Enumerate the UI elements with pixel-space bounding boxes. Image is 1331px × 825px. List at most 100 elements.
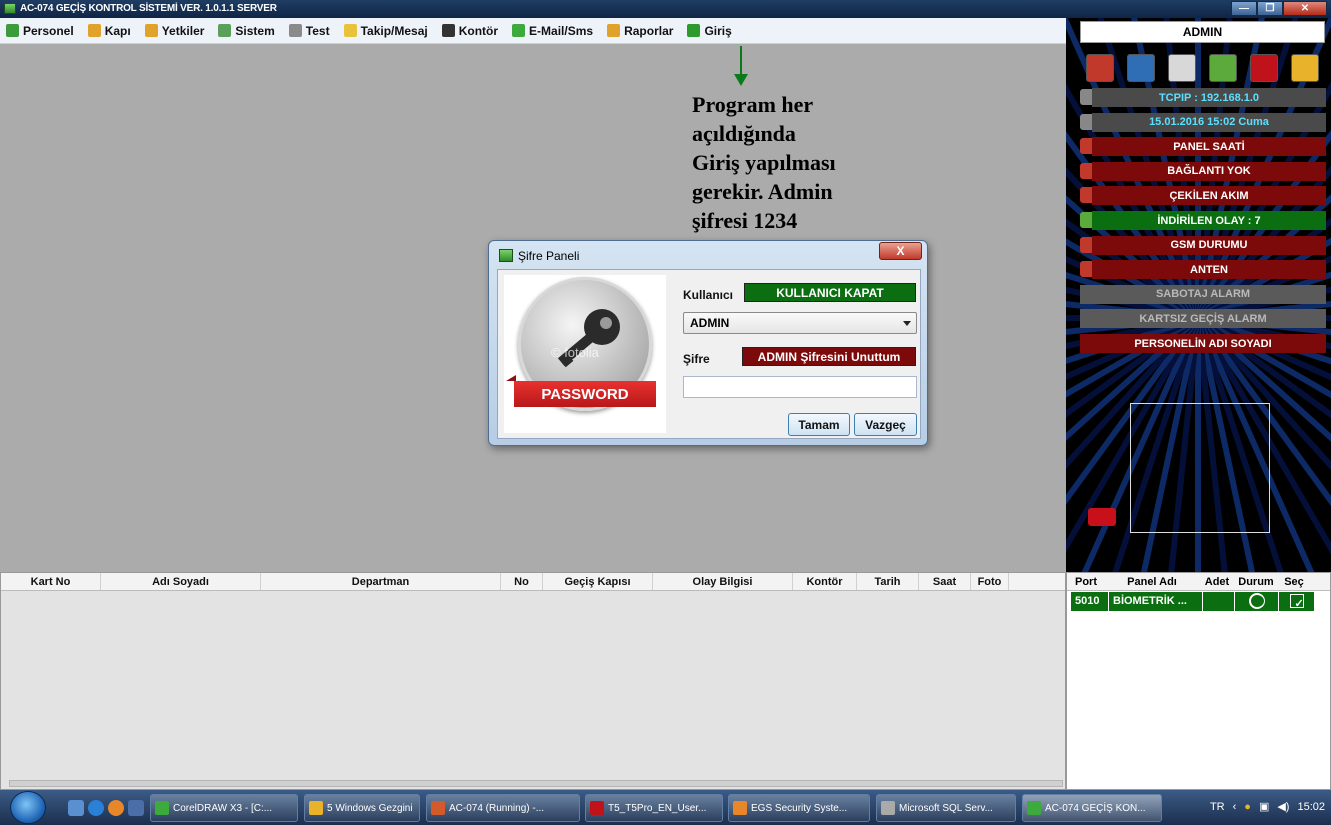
menu-item-raporlar[interactable]: Raporlar xyxy=(607,24,673,38)
column-header[interactable]: Adı Soyadı xyxy=(101,573,261,590)
menu-item-kap-[interactable]: Kapı xyxy=(87,23,131,38)
port-column-header[interactable]: Port xyxy=(1067,573,1105,590)
fire-icon[interactable] xyxy=(1086,54,1114,82)
user-close-badge[interactable]: KULLANICI KAPAT xyxy=(744,283,916,302)
count-cell xyxy=(1203,592,1235,611)
port-column-header[interactable]: Panel Adı xyxy=(1105,573,1199,590)
gear-icon xyxy=(218,24,232,37)
language-indicator[interactable]: TR xyxy=(1210,801,1225,813)
menu-item-giri-[interactable]: Giriş xyxy=(687,24,732,38)
taskbar-app-icon xyxy=(155,801,169,815)
port-row[interactable]: 5010 BİOMETRİK ... ✓ xyxy=(1071,592,1330,611)
column-header[interactable]: Tarih xyxy=(857,573,919,590)
event-grid[interactable]: Kart No Adı Soyadı Departman No Geçiş Kapısı… xyxy=(0,572,1066,790)
ie-icon[interactable] xyxy=(88,800,104,816)
status-bar: GSM DURUMU xyxy=(1092,235,1326,255)
volume-icon[interactable]: ◀) xyxy=(1277,800,1289,813)
image-watermark: © fotolia xyxy=(551,345,599,360)
user-select[interactable]: ADMIN xyxy=(683,312,917,334)
forgot-password-badge[interactable]: ADMIN Şifresini Unuttum xyxy=(742,347,916,366)
chrome-icon[interactable] xyxy=(108,800,124,816)
status-row: KARTSIZ GEÇİŞ ALARM xyxy=(1080,309,1326,329)
status-ok-icon xyxy=(1248,593,1265,609)
taskbar-item[interactable]: AC-074 GEÇİŞ KON... xyxy=(1022,794,1162,822)
maximize-button[interactable]: ❐ xyxy=(1257,1,1283,16)
taskbar-item[interactable]: 5 Windows Gezgini xyxy=(304,794,420,822)
ok-button[interactable]: Tamam xyxy=(788,413,850,436)
column-header[interactable]: Foto xyxy=(971,573,1009,590)
password-input[interactable] xyxy=(683,376,917,398)
taskbar-item[interactable]: CorelDRAW X3 - [C:... xyxy=(150,794,298,822)
horizontal-scrollbar[interactable] xyxy=(9,780,1063,787)
select-cell[interactable]: ✓ xyxy=(1279,592,1315,611)
door-icon[interactable] xyxy=(1127,54,1155,82)
minimize-button[interactable]: — xyxy=(1231,1,1257,16)
close-button[interactable]: ✕ xyxy=(1283,1,1327,16)
dialog-app-icon xyxy=(499,249,513,262)
taskbar-item[interactable]: AC-074 (Running) -... xyxy=(426,794,580,822)
annotation-arrow-head xyxy=(734,74,748,86)
camera-icon[interactable] xyxy=(1088,508,1116,526)
status-cell xyxy=(1235,592,1279,611)
user-select-value: ADMIN xyxy=(690,316,730,330)
admin-header: ADMIN xyxy=(1080,21,1325,43)
port-column-header[interactable]: Seç xyxy=(1277,573,1311,590)
column-header[interactable]: Olay Bilgisi xyxy=(653,573,793,590)
window-title: AC-074 GEÇİŞ KONTROL SİSTEMİ VER. 1.0.1.… xyxy=(20,3,277,14)
port-column-header[interactable]: Adet xyxy=(1199,573,1235,590)
menu-item-test[interactable]: Test xyxy=(288,23,330,38)
taskbar-item[interactable]: EGS Security Syste... xyxy=(728,794,870,822)
menu-label: Raporlar xyxy=(624,23,674,38)
port-column-header[interactable]: Durum xyxy=(1235,573,1277,590)
taskbar-item[interactable]: Microsoft SQL Serv... xyxy=(876,794,1016,822)
column-header[interactable]: Saat xyxy=(919,573,971,590)
key-icon xyxy=(557,309,620,368)
system-tray: TR ‹ ● ▣ ◀) 15:02 xyxy=(1202,800,1325,814)
column-header[interactable]: Kontör xyxy=(793,573,857,590)
port-cell: 5010 xyxy=(1071,592,1109,611)
status-row: ÇEKİLEN AKIM xyxy=(1080,186,1326,206)
menu-item-takip-mesaj[interactable]: Takip/Mesaj xyxy=(343,24,428,38)
select-checkbox[interactable]: ✓ xyxy=(1289,594,1304,610)
tray-app-icon[interactable]: ● xyxy=(1244,801,1251,813)
menu-label: Yetkiler xyxy=(161,23,205,38)
column-header[interactable]: No xyxy=(501,573,543,590)
show-desktop-icon[interactable] xyxy=(68,800,84,816)
start-button[interactable] xyxy=(10,791,46,824)
column-header[interactable]: Kart No xyxy=(1,573,101,590)
menu-label: Kapı xyxy=(104,23,131,38)
password-illustration: © fotolia PASSWORD xyxy=(504,275,666,433)
media-icon[interactable] xyxy=(128,800,144,816)
status-bar: PERSONELİN ADI SOYADI xyxy=(1080,334,1326,353)
arrow-down-icon[interactable] xyxy=(1250,54,1278,82)
cancel-button[interactable]: Vazgeç xyxy=(854,413,917,436)
panel-name-cell: BİOMETRİK ... xyxy=(1109,592,1203,611)
taskbar: CorelDRAW X3 - [C:... 5 Windows Gezgini AC… xyxy=(0,790,1331,825)
menu-item-sistem[interactable]: Sistem xyxy=(218,24,275,38)
user-label: Kullanıcı xyxy=(683,288,734,302)
status-row: TCPIP : 192.168.1.0 xyxy=(1080,88,1326,107)
port-grid[interactable]: Port Panel Adı Adet Durum Seç 5010 BİOMETRİK… xyxy=(1066,572,1331,790)
taskbar-item-label: Microsoft SQL Serv... xyxy=(899,802,993,814)
taskbar-app-icon xyxy=(1027,801,1041,815)
clock[interactable]: 15:02 xyxy=(1297,801,1325,813)
menu-item-kont-r[interactable]: Kontör xyxy=(441,24,498,38)
taskbar-item-label: CorelDRAW X3 - [C:... xyxy=(173,802,273,814)
download-icon[interactable] xyxy=(1209,54,1237,82)
menu-item-personel[interactable]: Personel xyxy=(6,24,74,38)
taskbar-item[interactable]: T5_T5Pro_EN_User... xyxy=(585,794,723,822)
exit-icon[interactable] xyxy=(1291,54,1319,82)
tray-expand-icon[interactable]: ‹ xyxy=(1233,801,1237,813)
pdf-icon[interactable] xyxy=(1168,54,1196,82)
status-bar: KARTSIZ GEÇİŞ ALARM xyxy=(1080,309,1326,329)
menu-item-e-mail-sms[interactable]: E-Mail/Sms xyxy=(512,24,593,38)
port-grid-header: Port Panel Adı Adet Durum Seç xyxy=(1067,573,1330,591)
column-header[interactable]: Departman xyxy=(261,573,501,590)
column-header[interactable]: Geçiş Kapısı xyxy=(543,573,653,590)
window-titlebar: AC-074 GEÇİŞ KONTROL SİSTEMİ VER. 1.0.1.… xyxy=(0,0,1331,18)
dialog-close-button[interactable]: X xyxy=(879,242,922,260)
menu-label: Test xyxy=(305,23,330,38)
menu-item-yetkiler[interactable]: Yetkiler xyxy=(144,23,205,38)
taskbar-item-label: 5 Windows Gezgini xyxy=(327,802,413,814)
network-tray-icon[interactable]: ▣ xyxy=(1259,800,1269,813)
